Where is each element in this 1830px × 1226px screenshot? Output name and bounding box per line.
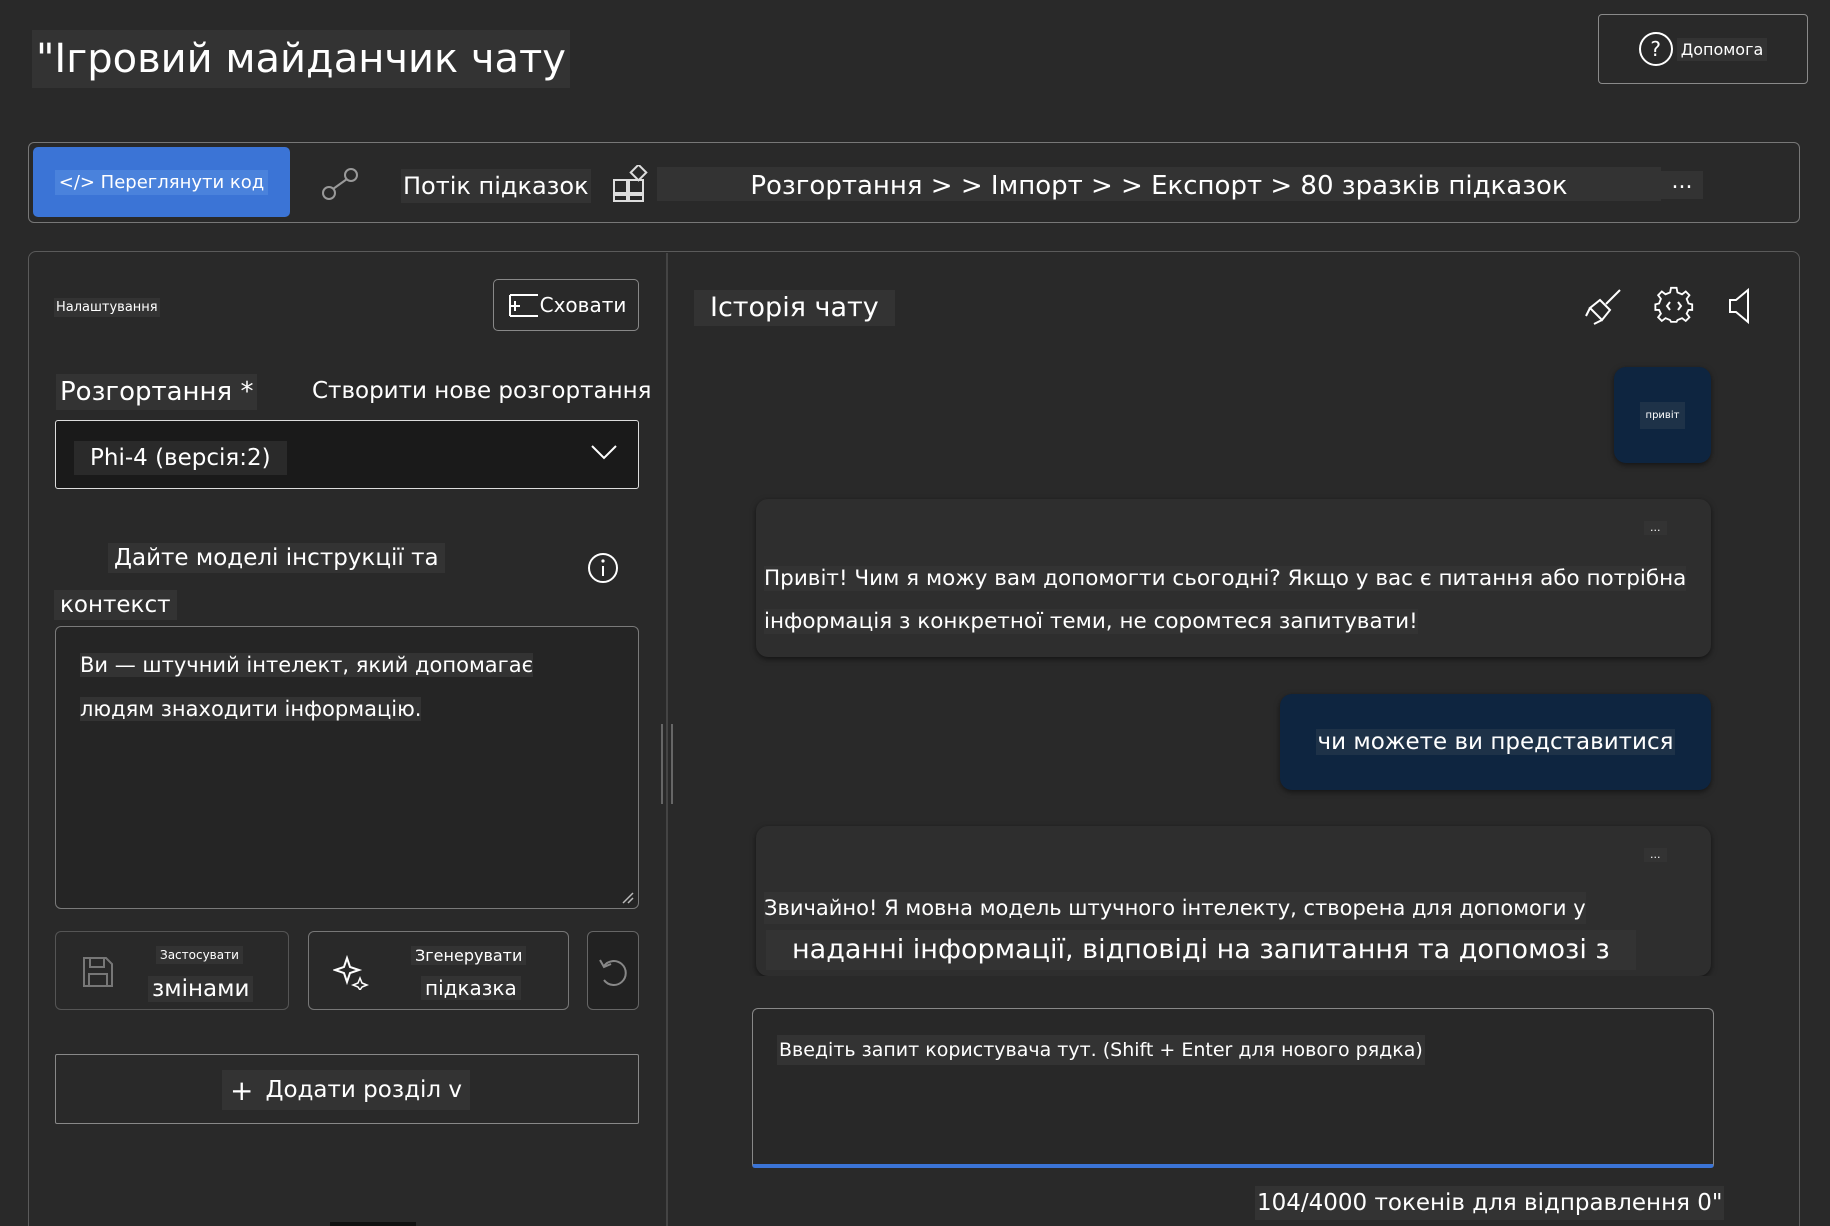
create-deployment-link[interactable]: Створити нове розгортання [312,374,651,408]
help-button[interactable]: ? Допомога [1598,14,1808,84]
assistant-message-line-1: Привіт! Чим я можу вам допомогти сьогодн… [764,566,1687,591]
settings-gear-icon[interactable] [1654,286,1694,326]
sparkle-icon [333,954,369,990]
instructions-line-2: контекст [54,590,177,620]
prompt-flow-icon [322,168,358,200]
hide-icon [508,294,538,317]
info-icon[interactable] [587,552,619,584]
user-message-text: чи можете ви представитися [1315,729,1676,755]
instructions-label: Дайте моделі інструкції та контекст [54,535,489,629]
deployment-value: Phi-4 (версія:2) [74,441,287,475]
assistant-message: ... Привіт! Чим я можу вам допомогти сьо… [756,499,1711,657]
chat-scroll-mask [740,976,1730,1004]
apps-icon [613,165,648,202]
generate-label-bottom: підказка [421,976,521,1000]
chat-input-placeholder: Введіть запит користувача тут. (Shift + … [777,1035,1425,1065]
chevron-down-icon [591,445,617,460]
apply-label-bottom: змінами [148,976,254,1002]
undo-button[interactable] [587,931,639,1010]
token-count: 104/4000 токенів для відправлення 0" [1255,1186,1725,1220]
save-icon [83,957,113,987]
speaker-icon[interactable] [1722,286,1762,326]
instructions-line-1: Дайте моделі інструкції та [108,543,445,573]
broom-icon[interactable] [1584,286,1624,326]
assistant-message-line-2: наданні інформації, відповіді на запитан… [766,930,1636,970]
panel-resize-handle[interactable] [661,724,673,804]
system-message-line-1: Ви — штучний інтелект, який допомагає [80,653,534,677]
apply-changes-button[interactable]: Застосувати змінами [55,931,289,1010]
user-message: привіт [1614,367,1711,463]
hide-label: Сховати [539,293,627,317]
page-title: "Ігровий майданчик чату [32,30,570,88]
system-message-textarea[interactable]: Ви — штучний інтелект, який допомагає лю… [55,626,639,909]
generate-prompt-button[interactable]: Згенерувати підказка [308,931,569,1010]
more-button[interactable]: ... [1661,171,1703,199]
assistant-message-line-2: інформація з конкретної теми, не соромте… [764,609,1418,634]
plus-icon: + [230,1073,254,1107]
add-section-label: Додати розділ v [265,1077,462,1103]
system-message-line-2: людям знаходити інформацію. [80,697,422,721]
prompt-flow-tab[interactable]: Потік підказок [401,169,591,203]
assistant-message: ... Звичайно! Я мовна модель штучного ін… [756,826,1711,976]
user-message-text: привіт [1639,401,1686,429]
chat-input[interactable]: Введіть запит користувача тут. (Shift + … [752,1008,1714,1168]
toolbar: </> Переглянути код Потік підказок Розго… [28,142,1800,223]
user-message: чи можете ви представитися [1280,694,1711,790]
assistant-message-text: Привіт! Чим я можу вам допомогти сьогодн… [764,557,1706,643]
view-code-button[interactable]: </> Переглянути код [33,147,290,217]
generate-label-top: Згенерувати [411,946,527,965]
help-icon: ? [1638,32,1673,66]
help-label: Допомога [1676,37,1768,61]
scrollbar[interactable] [330,1222,416,1226]
add-section-button[interactable]: + Додати розділ v [55,1054,639,1124]
resize-grip-icon[interactable] [622,892,634,904]
view-code-label: </> Переглянути код [54,169,269,195]
apply-label-top: Застосувати [156,946,243,964]
assistant-message-line-1: Звичайно! Я мовна модель штучного інтеле… [764,892,1586,924]
hide-button[interactable]: Сховати [493,279,639,331]
deployment-label: Розгортання * [56,374,258,410]
add-section-content: + Додати розділ v [222,1070,470,1110]
message-more-button[interactable]: ... [1644,848,1667,862]
message-more-button[interactable]: ... [1644,521,1667,535]
chat-history-title: Історія чату [694,290,895,326]
breadcrumb[interactable]: Розгортання > > Імпорт > > Експорт > 80 … [657,167,1661,201]
settings-title: Налаштування [54,298,160,317]
undo-icon [599,959,627,986]
deployment-select[interactable]: Phi-4 (версія:2) [55,420,639,489]
